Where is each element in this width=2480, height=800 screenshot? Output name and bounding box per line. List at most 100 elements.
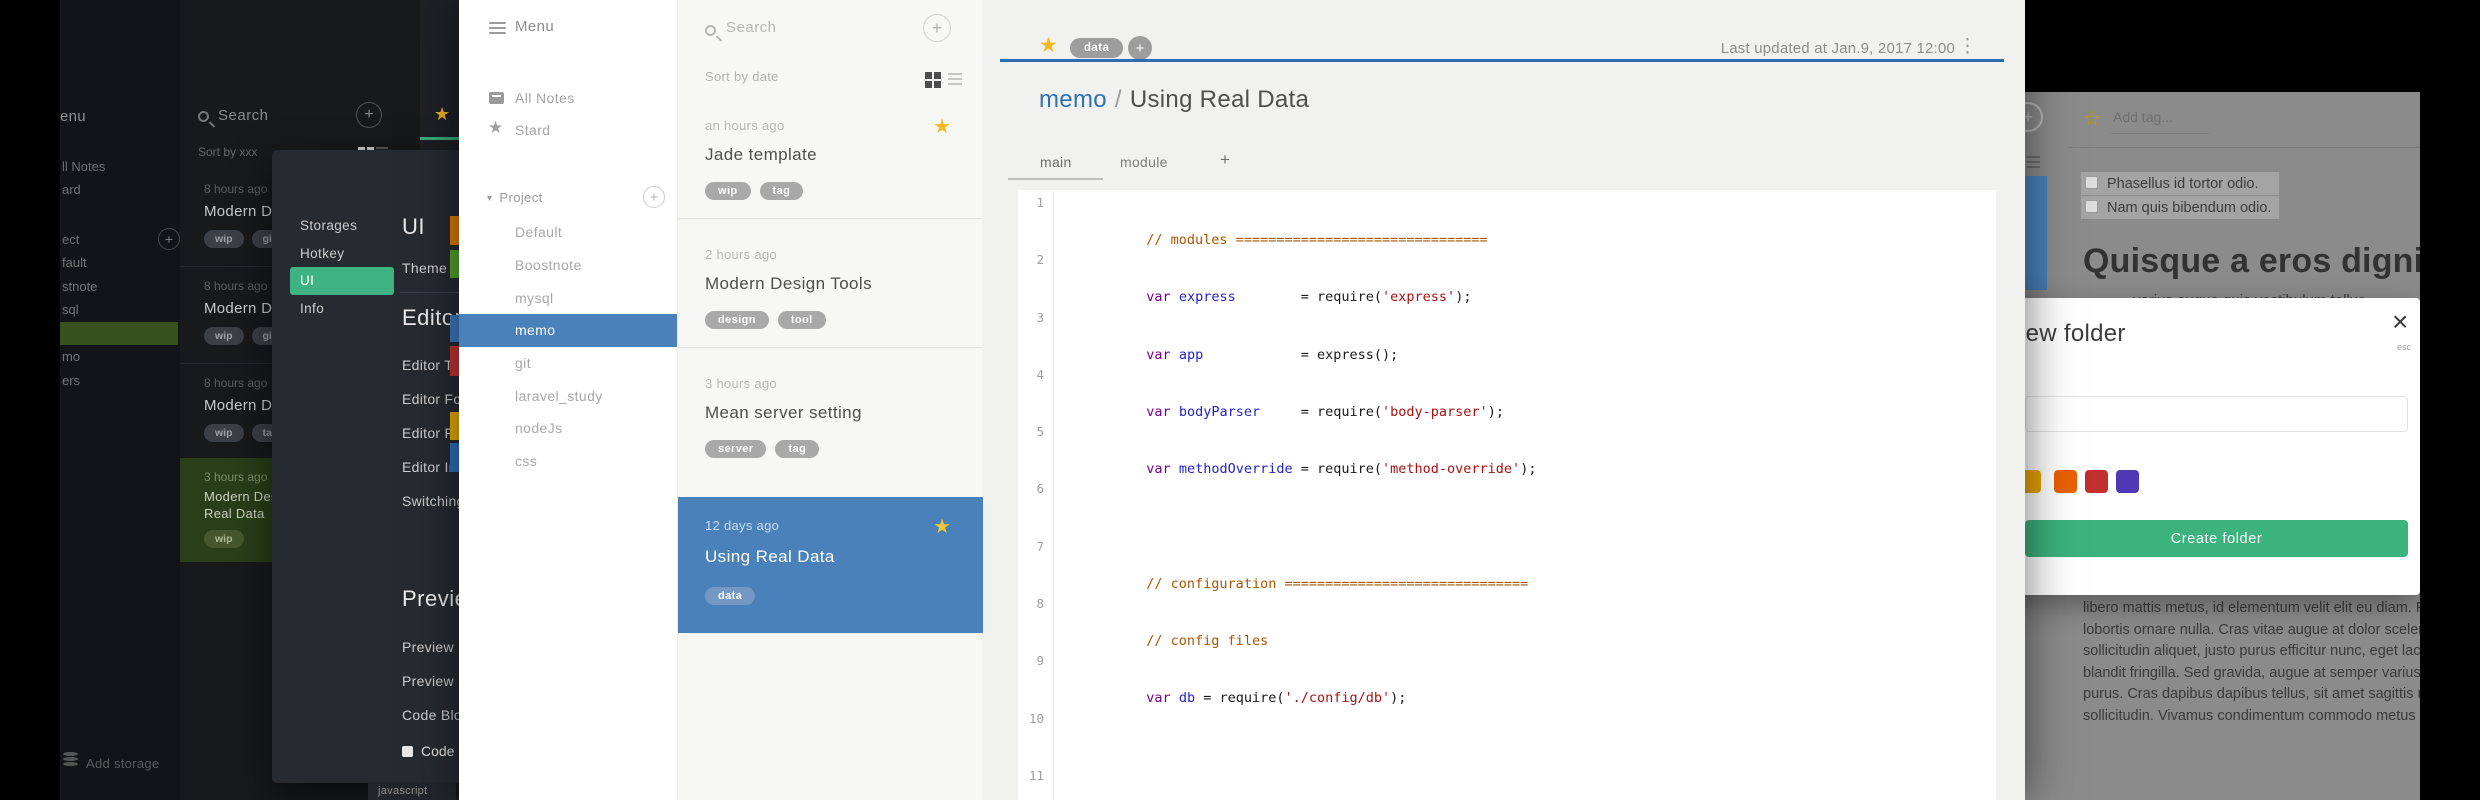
add-tab-button[interactable]: +: [1220, 150, 1230, 170]
note-tag: wip: [204, 327, 244, 345]
code-line: 7 // configuration =====================…: [1018, 536, 1996, 594]
color-swatch[interactable]: [2054, 470, 2077, 493]
code-token: methodOverride: [1178, 461, 1293, 478]
line-number: 4: [1036, 366, 1044, 382]
folder-item[interactable]: laravel_study: [459, 379, 677, 412]
sidebar-item-starred[interactable]: Stard: [515, 122, 550, 138]
sidebar-item-all-notes[interactable]: All Notes: [515, 90, 575, 106]
todo-checkbox[interactable]: [2085, 200, 2098, 213]
dark-folder-label: fault: [62, 255, 87, 271]
line-number: 5: [1036, 424, 1044, 440]
breadcrumb-folder[interactable]: memo: [1039, 86, 1107, 113]
settings-nav-item[interactable]: Hotkey: [290, 240, 394, 268]
language-select[interactable]: javascript: [368, 782, 456, 800]
code-token: = require(: [1195, 690, 1285, 707]
add-folder-button[interactable]: [643, 186, 665, 208]
settings-nav-label: UI: [300, 273, 315, 289]
dark-add-folder-button[interactable]: [158, 228, 180, 250]
dark-all-notes-item[interactable]: ll Notes: [62, 159, 105, 174]
list-view-icon[interactable]: [2027, 156, 2040, 158]
close-icon[interactable]: [2392, 306, 2408, 338]
add-tag-input[interactable]: [2113, 109, 2209, 125]
color-swatch[interactable]: [2085, 470, 2108, 493]
add-tag-button[interactable]: [1128, 36, 1152, 60]
folder-label: css: [515, 453, 538, 470]
grid-view-icon[interactable]: [925, 72, 932, 79]
new-note-button[interactable]: [923, 14, 951, 42]
add-storage-button[interactable]: Add storage: [86, 756, 159, 771]
dark-sort-dropdown[interactable]: Sort by xxx: [198, 145, 257, 159]
dark-folder-item[interactable]: stnote: [60, 275, 178, 299]
tab-module[interactable]: module: [1120, 154, 1168, 170]
page-title: Using Real Data: [1129, 86, 1310, 113]
settings-nav-label: Hotkey: [300, 245, 345, 261]
code-editor[interactable]: 1 // modules ===========================…: [1018, 190, 1996, 800]
dark-folder-item[interactable]: [60, 321, 178, 345]
note-tag-pill[interactable]: data: [1070, 38, 1124, 58]
last-updated-text: Last updated at Jan.9, 2017 12:00: [1720, 40, 1955, 57]
list-view-icon[interactable]: [376, 147, 388, 149]
dark-folder-item[interactable]: mo: [60, 345, 178, 369]
folder-label: git: [515, 355, 531, 372]
code-line: 9 var db = require('./config/db');: [1018, 651, 1996, 709]
code-token: // config files: [1146, 633, 1269, 650]
dark-project-header[interactable]: ect: [62, 232, 79, 247]
settings-nav-label: Info: [300, 300, 325, 316]
settings-nav-item[interactable]: Storages: [290, 212, 394, 240]
dark-folder-item[interactable]: ers: [60, 369, 178, 393]
code-token: 'body-parser': [1382, 404, 1488, 421]
code-token: = require(: [1260, 404, 1383, 421]
folder-item[interactable]: mysql: [459, 281, 677, 314]
folder-item[interactable]: nodeJs: [459, 412, 677, 445]
list-view-icon[interactable]: [948, 73, 962, 75]
search-input[interactable]: [726, 19, 876, 36]
dark-folder-item[interactable]: sql: [60, 298, 178, 322]
note-title: Jade template: [705, 145, 817, 164]
code-text: var bodyParser = require('body-parser');: [1053, 364, 1504, 423]
note-tags: wip tag: [705, 181, 983, 200]
note-list-item[interactable]: an hours ago Jade template wiptag: [678, 106, 983, 219]
settings-nav-item[interactable]: Info: [290, 295, 394, 323]
dark-starred-item[interactable]: ard: [62, 182, 81, 197]
code-line: 11 // set our port: [1018, 765, 1996, 800]
menu-label[interactable]: Menu: [515, 18, 554, 35]
hamburger-icon[interactable]: [489, 22, 506, 34]
color-swatch[interactable]: [2116, 470, 2139, 493]
new-note-button[interactable]: [2025, 102, 2043, 132]
todo-label: Phasellus id tortor odio.: [2107, 175, 2259, 192]
create-folder-button[interactable]: Create folder: [2025, 520, 2408, 557]
more-menu-icon[interactable]: [1958, 35, 1977, 58]
note-list-item[interactable]: 3 hours ago Mean server setting server ta…: [678, 348, 983, 476]
folder-item[interactable]: css: [459, 445, 677, 478]
note-list-item[interactable]: 2 hours ago Modern Design Tools design to…: [678, 219, 983, 348]
settings-nav-item[interactable]: UI: [290, 267, 394, 295]
code-token: 'express': [1382, 289, 1456, 306]
code-token: var: [1146, 461, 1171, 478]
dark-new-note-button[interactable]: [356, 102, 382, 128]
paragraph-line: purus. Cras dapibus dapibus tellus, sit …: [2083, 686, 2420, 702]
star-toggle[interactable]: [1039, 33, 1058, 58]
dark-search-input[interactable]: Search: [218, 107, 269, 124]
line-number: 11: [1028, 767, 1044, 783]
folder-name-input[interactable]: [2025, 396, 2408, 432]
tab-main[interactable]: main: [1040, 154, 1072, 170]
note-title: Mean server setting: [705, 403, 862, 422]
dark-folder-item[interactable]: fault: [60, 251, 178, 275]
new-folder-dialog: New folder esc Create folder: [2000, 298, 2420, 595]
divider: [2069, 147, 2420, 148]
dark-folder-label: sql: [62, 302, 79, 318]
code-block-checkbox[interactable]: [402, 746, 413, 757]
todo-label: Nam quis bibendum odio.: [2107, 199, 2272, 216]
selected-note-item[interactable]: 12 days ago Using Real Data data: [678, 497, 983, 633]
project-tree-header[interactable]: Project: [487, 190, 543, 205]
folder-item[interactable]: Default: [459, 216, 677, 249]
folder-item[interactable]: git: [459, 347, 677, 380]
star-outline-icon[interactable]: [2083, 106, 2101, 131]
todo-checkbox[interactable]: [2085, 176, 2098, 189]
folder-item[interactable]: memo: [459, 314, 677, 347]
dark-menu-button[interactable]: enu: [60, 108, 86, 125]
dark-folder-list: fault stnote sql mo ers: [60, 251, 178, 392]
sort-dropdown[interactable]: Sort by date: [705, 69, 779, 84]
folder-item[interactable]: Boostnote: [459, 249, 677, 282]
